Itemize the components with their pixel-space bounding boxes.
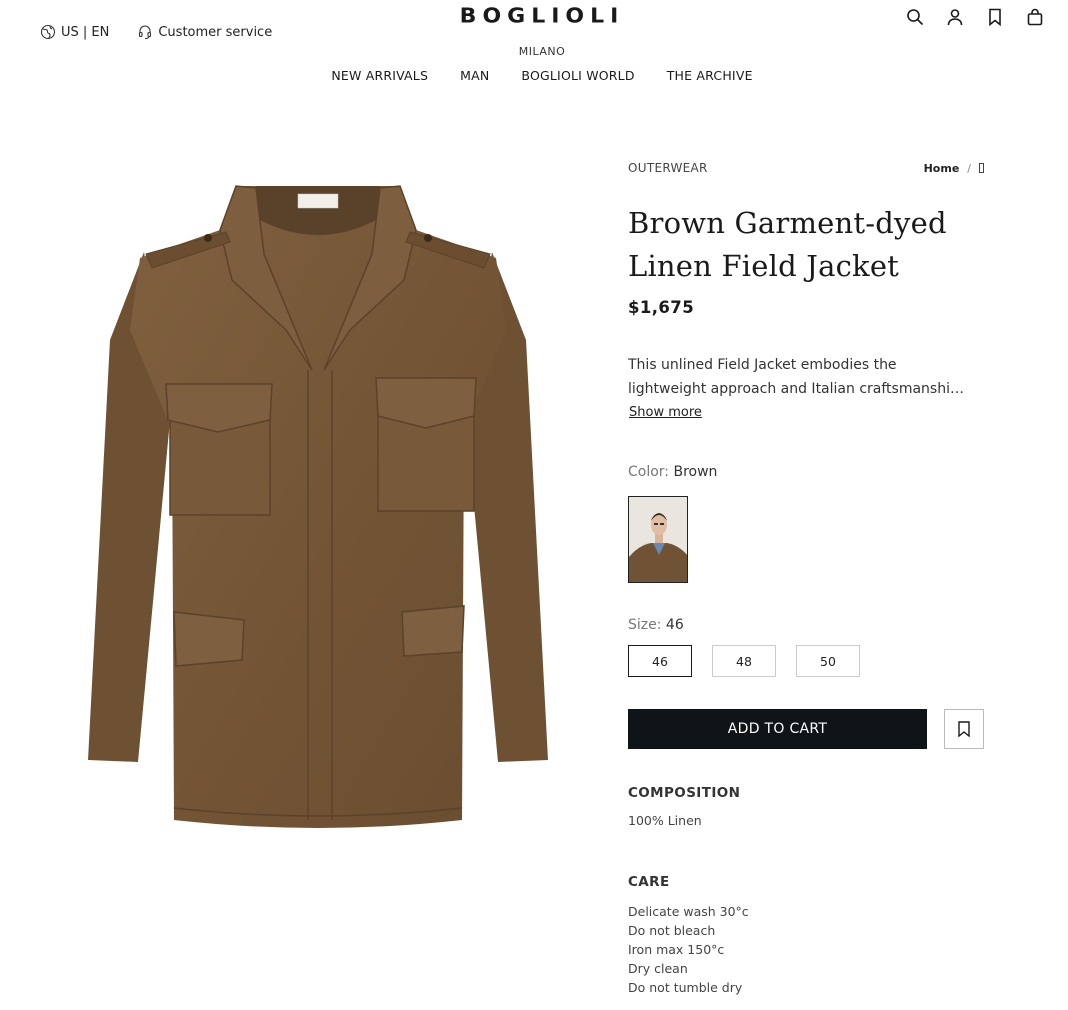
care-title: CARE [628,874,670,890]
search-icon [907,9,924,26]
account-button[interactable] [946,6,964,28]
wishlist-button[interactable] [986,6,1004,28]
nav-item-boglioli-world[interactable]: BOGLIOLI WORLD [521,68,634,83]
product-image[interactable] [86,180,550,832]
composition-section: COMPOSITION 100% Linen [628,785,984,828]
jacket-image [88,185,548,828]
breadcrumb-separator: / [967,161,971,175]
care-item: Dry clean [628,961,688,976]
size-label-row: Size: 46 [628,617,984,633]
care-section: CARE Delicate wash 30°c Do not bleach Ir… [628,874,984,997]
size-value: 46 [665,617,684,633]
care-item: Delicate wash 30°c [628,904,749,919]
bag-icon [1027,8,1043,26]
size-option-50[interactable]: 50 [796,645,860,677]
breadcrumb-home[interactable]: Home [924,162,960,175]
care-list: Delicate wash 30°c Do not bleach Iron ma… [628,902,984,997]
care-item: Iron max 150°c [628,942,725,957]
cart-row: ADD TO CART [628,709,984,749]
color-value: Brown [673,464,718,480]
size-selector: 46 48 50 [628,645,984,677]
account-icon [947,9,963,26]
description-line-2: lightweight approach and Italian craftsm… [628,381,964,397]
main-nav: NEW ARRIVALS MAN BOGLIOLI WORLD THE ARCH… [0,68,1068,83]
search-button[interactable] [906,6,924,28]
size-option-48[interactable]: 48 [712,645,776,677]
size-label: Size: [628,617,662,633]
color-swatch-brown[interactable] [628,496,688,583]
add-to-wishlist-button[interactable] [944,709,984,749]
composition-text: 100% Linen [628,813,702,828]
product-info: OUTERWEAR Home / Brown Garment-dyed Line… [628,160,984,997]
breadcrumb: Home / [924,162,984,175]
nav-item-new-arrivals[interactable]: NEW ARRIVALS [331,68,428,83]
color-label-row: Color: Brown [628,464,984,480]
color-label: Color: [628,464,670,480]
bookmark-icon [958,721,970,737]
care-item: Do not bleach [628,923,716,938]
show-more-link[interactable]: Show more [629,405,702,420]
size-option-46[interactable]: 46 [628,645,692,677]
bag-button[interactable] [1026,6,1044,28]
description-line-1: This unlined Field Jacket embodies the [628,357,897,373]
utility-right [906,6,1044,28]
category-breadcrumb-row: OUTERWEAR Home / [628,160,984,176]
logo-subtitle: MILANO [518,45,566,58]
composition-title: COMPOSITION [628,785,741,801]
nav-item-man[interactable]: MAN [460,68,489,83]
product-title-line-2: Linen Field Jacket [628,249,900,283]
product-title-line-1: Brown Garment-dyed [628,206,947,240]
nav-item-the-archive[interactable]: THE ARCHIVE [667,68,753,83]
product-title: Brown Garment-dyed Linen Field Jacket [628,202,984,288]
product-price: $1,675 [628,298,695,317]
model-thumbnail [629,497,687,582]
product-category: OUTERWEAR [628,161,708,175]
product-description: This unlined Field Jacket embodies the l… [628,353,984,401]
breadcrumb-current-icon [979,163,984,173]
wishlist-icon [989,8,1001,26]
add-to-cart-button[interactable]: ADD TO CART [628,709,927,749]
care-item: Do not tumble dry [628,980,743,995]
